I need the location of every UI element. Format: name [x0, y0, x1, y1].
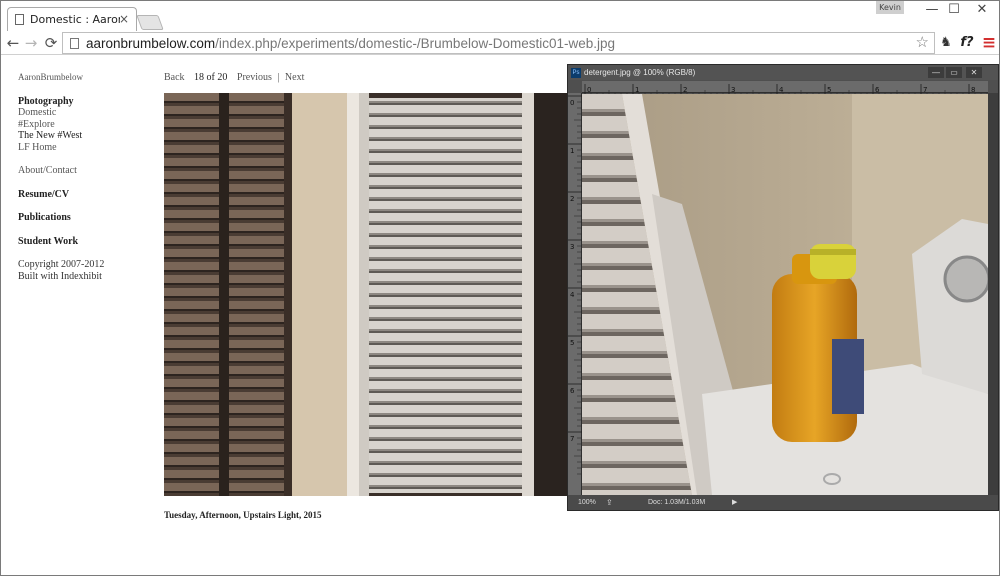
- ruler-label: 7: [570, 435, 574, 443]
- status-menu-arrow-icon[interactable]: ▶: [732, 495, 737, 510]
- site-name[interactable]: AaronBrumbelow: [18, 72, 148, 84]
- browser-tab[interactable]: Domestic : AaronBrumbelow ×: [7, 7, 137, 31]
- image-pager: Back 18 of 20 Previous | Next: [164, 72, 307, 83]
- ruler-label: 6: [875, 86, 880, 94]
- ruler-label: 4: [570, 291, 575, 299]
- extension-icon[interactable]: ♞: [938, 33, 954, 53]
- ruler-label: 5: [570, 339, 574, 347]
- new-tab-button[interactable]: [136, 15, 164, 30]
- detergent-photo: [582, 94, 988, 495]
- tab-close-icon[interactable]: ×: [119, 12, 129, 26]
- page-icon: [15, 14, 24, 25]
- nav-link-explore[interactable]: #Explore: [18, 119, 148, 131]
- url-host: aaronbrumbelow.com: [86, 35, 216, 51]
- photoshop-titlebar[interactable]: Ps detergent.jpg @ 100% (RGB/8) — ▭ ✕: [568, 65, 998, 80]
- user-profile-badge[interactable]: Kevin: [876, 1, 904, 14]
- photo-caption: Tuesday, Afternoon, Upstairs Light, 2015: [164, 510, 322, 520]
- ruler-label: 2: [570, 195, 574, 203]
- ruler-label: 3: [731, 86, 735, 94]
- ruler-label: 3: [570, 243, 574, 251]
- horizontal-ruler[interactable]: 0 1 2 3 4 5 6 7 8: [582, 81, 999, 96]
- photoshop-document-title: detergent.jpg @ 100% (RGB/8): [584, 68, 696, 77]
- ruler-label: 0: [570, 99, 574, 107]
- screen: Domestic : AaronBrumbelow × Kevin — ☐ ✕ …: [0, 0, 1000, 576]
- chrome-menu-icon[interactable]: ≡: [981, 33, 997, 53]
- ruler-label: 7: [923, 86, 927, 94]
- ruler-label: 1: [635, 86, 639, 94]
- site-sidebar: AaronBrumbelow Photography Domestic #Exp…: [18, 72, 148, 282]
- pager-back-link[interactable]: Back: [164, 72, 185, 83]
- pager-position: 18 of 20: [194, 72, 228, 83]
- address-bar[interactable]: aaronbrumbelow.com/index.php/experiments…: [62, 32, 935, 54]
- built-with-text: Built with Indexhibit: [18, 270, 102, 282]
- maximize-button[interactable]: ☐: [941, 3, 967, 19]
- document-size: Doc: 1.03M/1.03M: [648, 499, 706, 506]
- ruler-label: 8: [971, 86, 975, 94]
- pager-separator: |: [277, 72, 280, 83]
- photoshop-status-bar: 100% ⇪ Doc: 1.03M/1.03M ▶: [568, 495, 998, 510]
- photoshop-logo-icon: Ps: [571, 68, 581, 78]
- ps-close-button[interactable]: ✕: [966, 67, 982, 78]
- browser-titlebar: Domestic : AaronBrumbelow × Kevin — ☐ ✕: [1, 1, 999, 31]
- photoshop-window[interactable]: Ps detergent.jpg @ 100% (RGB/8) — ▭ ✕ 0 1…: [567, 64, 999, 511]
- nav-link-new-west[interactable]: The New #West: [18, 130, 148, 142]
- nav-link-publications[interactable]: Publications: [18, 212, 148, 224]
- ruler-label: 0: [587, 86, 591, 94]
- ruler-label: 4: [779, 86, 784, 94]
- close-window-button[interactable]: ✕: [969, 3, 995, 19]
- photoshop-canvas[interactable]: [582, 94, 988, 495]
- nav-link-about[interactable]: About/Contact: [18, 165, 148, 177]
- zoom-level[interactable]: 100%: [578, 495, 596, 510]
- bookmark-star-icon[interactable]: ☆: [916, 33, 929, 51]
- url-path: /index.php/experiments/domestic-/Brumbel…: [215, 35, 616, 51]
- ruler-label: 2: [683, 86, 687, 94]
- formula-extension-icon[interactable]: f?: [958, 33, 976, 53]
- gallery-photo[interactable]: [164, 93, 574, 496]
- pager-previous-link[interactable]: Previous: [237, 72, 272, 83]
- ruler-label: 6: [570, 387, 575, 395]
- louvered-doors-photo: [164, 93, 574, 496]
- ps-vertical-scrollbar[interactable]: [988, 93, 998, 495]
- forward-arrow-icon[interactable]: →: [21, 33, 41, 53]
- vertical-ruler[interactable]: 0 1 2 3 4 5 6 7: [568, 93, 582, 495]
- browser-toolbar: ← → ⟳ aaronbrumbelow.com/index.php/exper…: [1, 31, 999, 55]
- page-icon: [70, 37, 79, 49]
- ruler-label: 5: [827, 86, 831, 94]
- photography-heading: Photography: [18, 95, 74, 107]
- nav-link-resume[interactable]: Resume/CV: [18, 189, 148, 201]
- back-arrow-icon[interactable]: ←: [3, 33, 23, 53]
- ps-maximize-button[interactable]: ▭: [946, 67, 962, 78]
- copyright-text: Copyright 2007-2012: [18, 259, 105, 270]
- tab-title: Domestic : AaronBrumbelow: [30, 13, 120, 26]
- nav-link-lf-home[interactable]: LF Home: [18, 142, 148, 154]
- pager-next-link[interactable]: Next: [285, 72, 304, 83]
- vertical-ruler-ticks: 0 1 2 3 4 5 6 7: [568, 95, 582, 475]
- share-icon[interactable]: ⇪: [606, 495, 613, 510]
- ruler-label: 1: [570, 147, 574, 155]
- nav-link-student-work[interactable]: Student Work: [18, 236, 148, 248]
- reload-icon[interactable]: ⟳: [41, 33, 61, 53]
- nav-link-domestic[interactable]: Domestic: [18, 107, 148, 119]
- ps-minimize-button[interactable]: —: [928, 67, 944, 78]
